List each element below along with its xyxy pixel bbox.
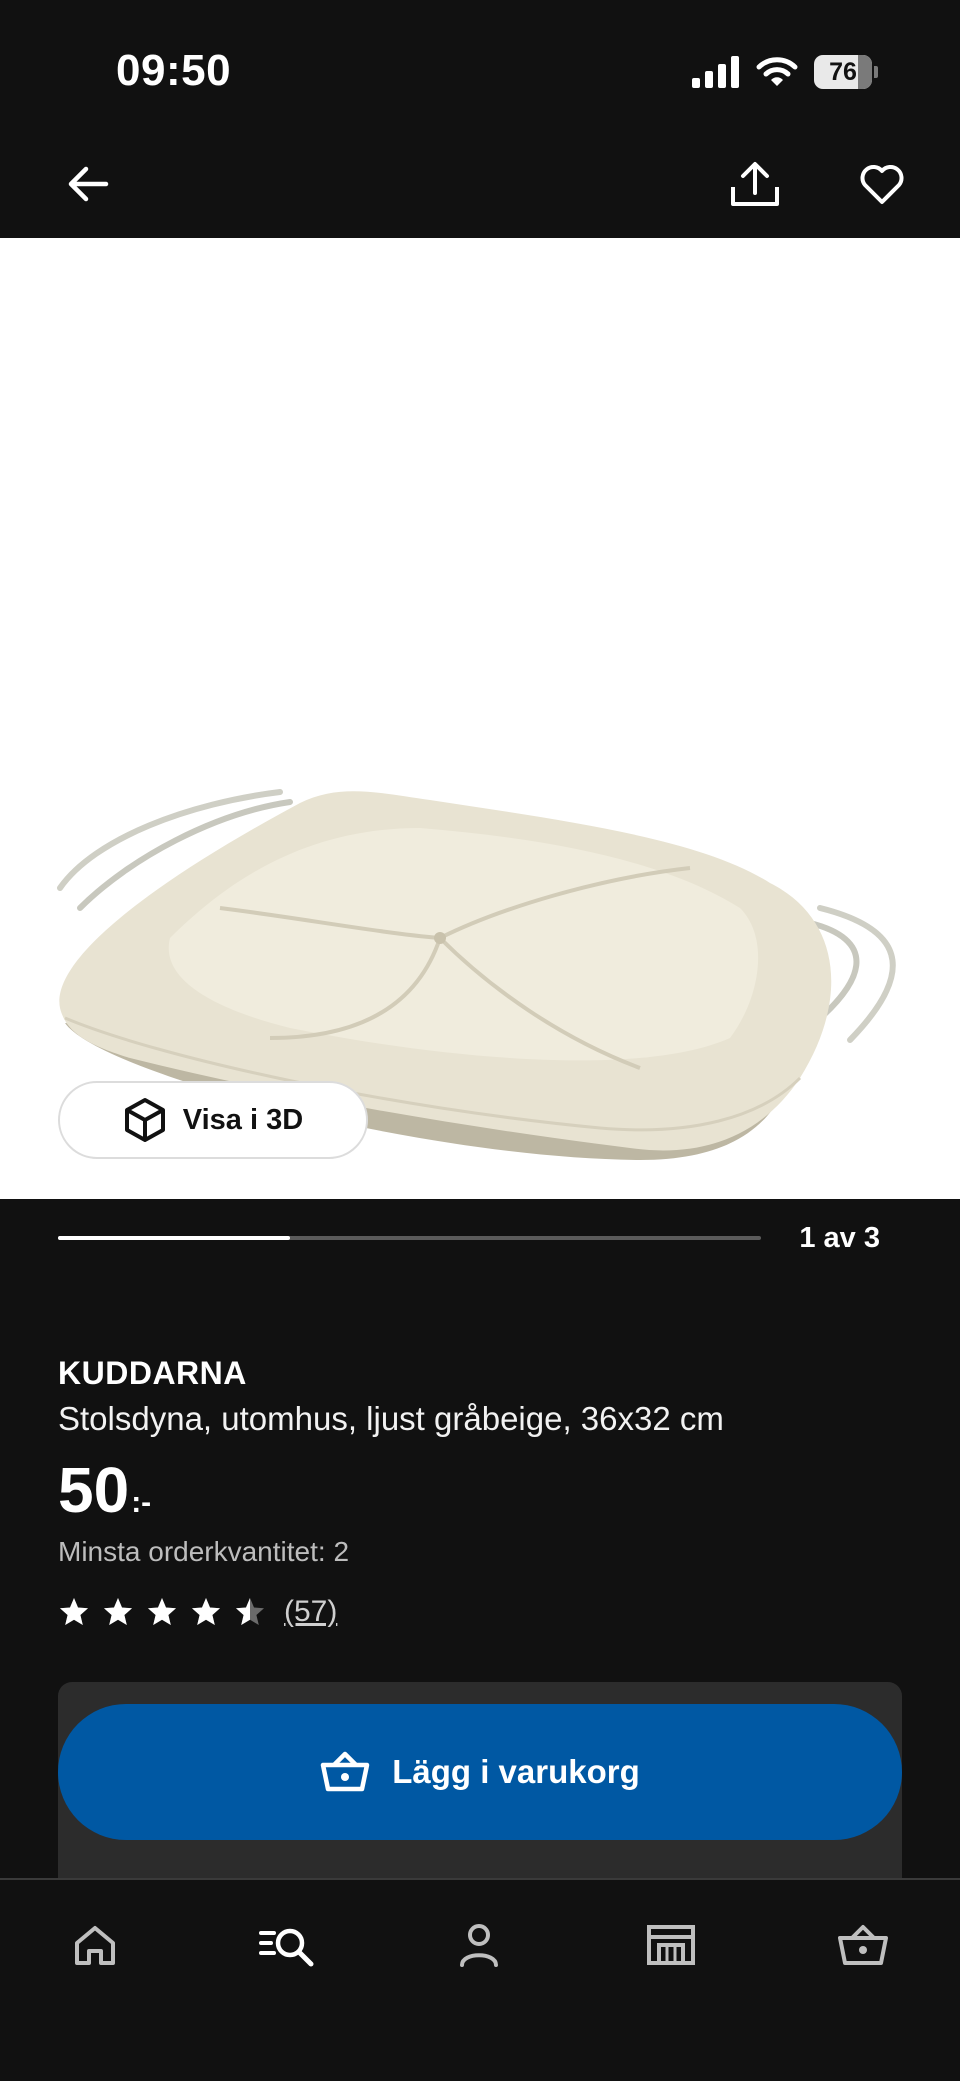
nav-search[interactable] xyxy=(252,1910,322,1980)
cube-icon xyxy=(124,1098,165,1142)
star-icon xyxy=(148,1598,176,1625)
home-icon xyxy=(75,1926,115,1965)
battery-level: 76 xyxy=(829,58,857,86)
wifi-icon xyxy=(756,57,798,86)
view-3d-label: Visa i 3D xyxy=(182,1103,304,1136)
add-to-cart-label: Lägg i varukorg xyxy=(392,1753,640,1790)
nav-home[interactable] xyxy=(60,1910,130,1980)
bottom-nav xyxy=(0,1878,960,2081)
top-nav xyxy=(0,130,960,238)
nav-cart[interactable] xyxy=(828,1910,898,1980)
product-brand: KUDDARNA xyxy=(58,1355,247,1391)
product-image-gallery[interactable]: Visa i 3D xyxy=(0,238,960,1199)
nav-store[interactable] xyxy=(636,1910,706,1980)
back-button[interactable] xyxy=(58,154,118,214)
star-icon xyxy=(60,1598,88,1625)
star-icon xyxy=(236,1598,264,1625)
favorite-button[interactable] xyxy=(852,154,912,214)
rating-stars xyxy=(58,1596,266,1628)
gallery-progress-fill xyxy=(58,1236,290,1240)
battery-icon: 76 xyxy=(814,55,878,89)
store-icon xyxy=(647,1925,695,1965)
status-bar: 09:50 76 xyxy=(0,0,960,130)
nav-profile[interactable] xyxy=(444,1910,514,1980)
share-button[interactable] xyxy=(725,154,785,214)
cart-icon xyxy=(320,1751,370,1792)
profile-icon xyxy=(460,1924,498,1967)
back-arrow-icon xyxy=(68,166,109,202)
star-icon xyxy=(192,1598,220,1625)
price-suffix: :- xyxy=(131,1486,152,1519)
search-icon xyxy=(259,1928,314,1967)
gallery-page-indicator: 1 av 3 xyxy=(799,1222,880,1254)
price-amount: 50 xyxy=(58,1454,130,1526)
star-icon xyxy=(104,1598,132,1625)
product-rating[interactable]: (57) xyxy=(58,1592,337,1632)
review-count-link[interactable]: (57) xyxy=(284,1595,337,1629)
product-description: Stolsdyna, utomhus, ljust gråbeige, 36x3… xyxy=(58,1400,724,1437)
status-icons: 76 xyxy=(692,52,878,92)
product-price: 50 :- xyxy=(58,1455,151,1525)
gallery-progress xyxy=(58,1236,761,1240)
heart-icon xyxy=(860,165,904,204)
cart-icon xyxy=(838,1925,888,1965)
min-order-quantity: Minsta orderkvantitet: 2 xyxy=(58,1536,350,1567)
add-to-cart-button[interactable]: Lägg i varukorg xyxy=(58,1704,902,1840)
signal-icon xyxy=(692,56,739,88)
view-3d-button[interactable]: Visa i 3D xyxy=(58,1081,368,1159)
share-icon xyxy=(731,162,779,206)
status-time: 09:50 xyxy=(116,46,232,95)
